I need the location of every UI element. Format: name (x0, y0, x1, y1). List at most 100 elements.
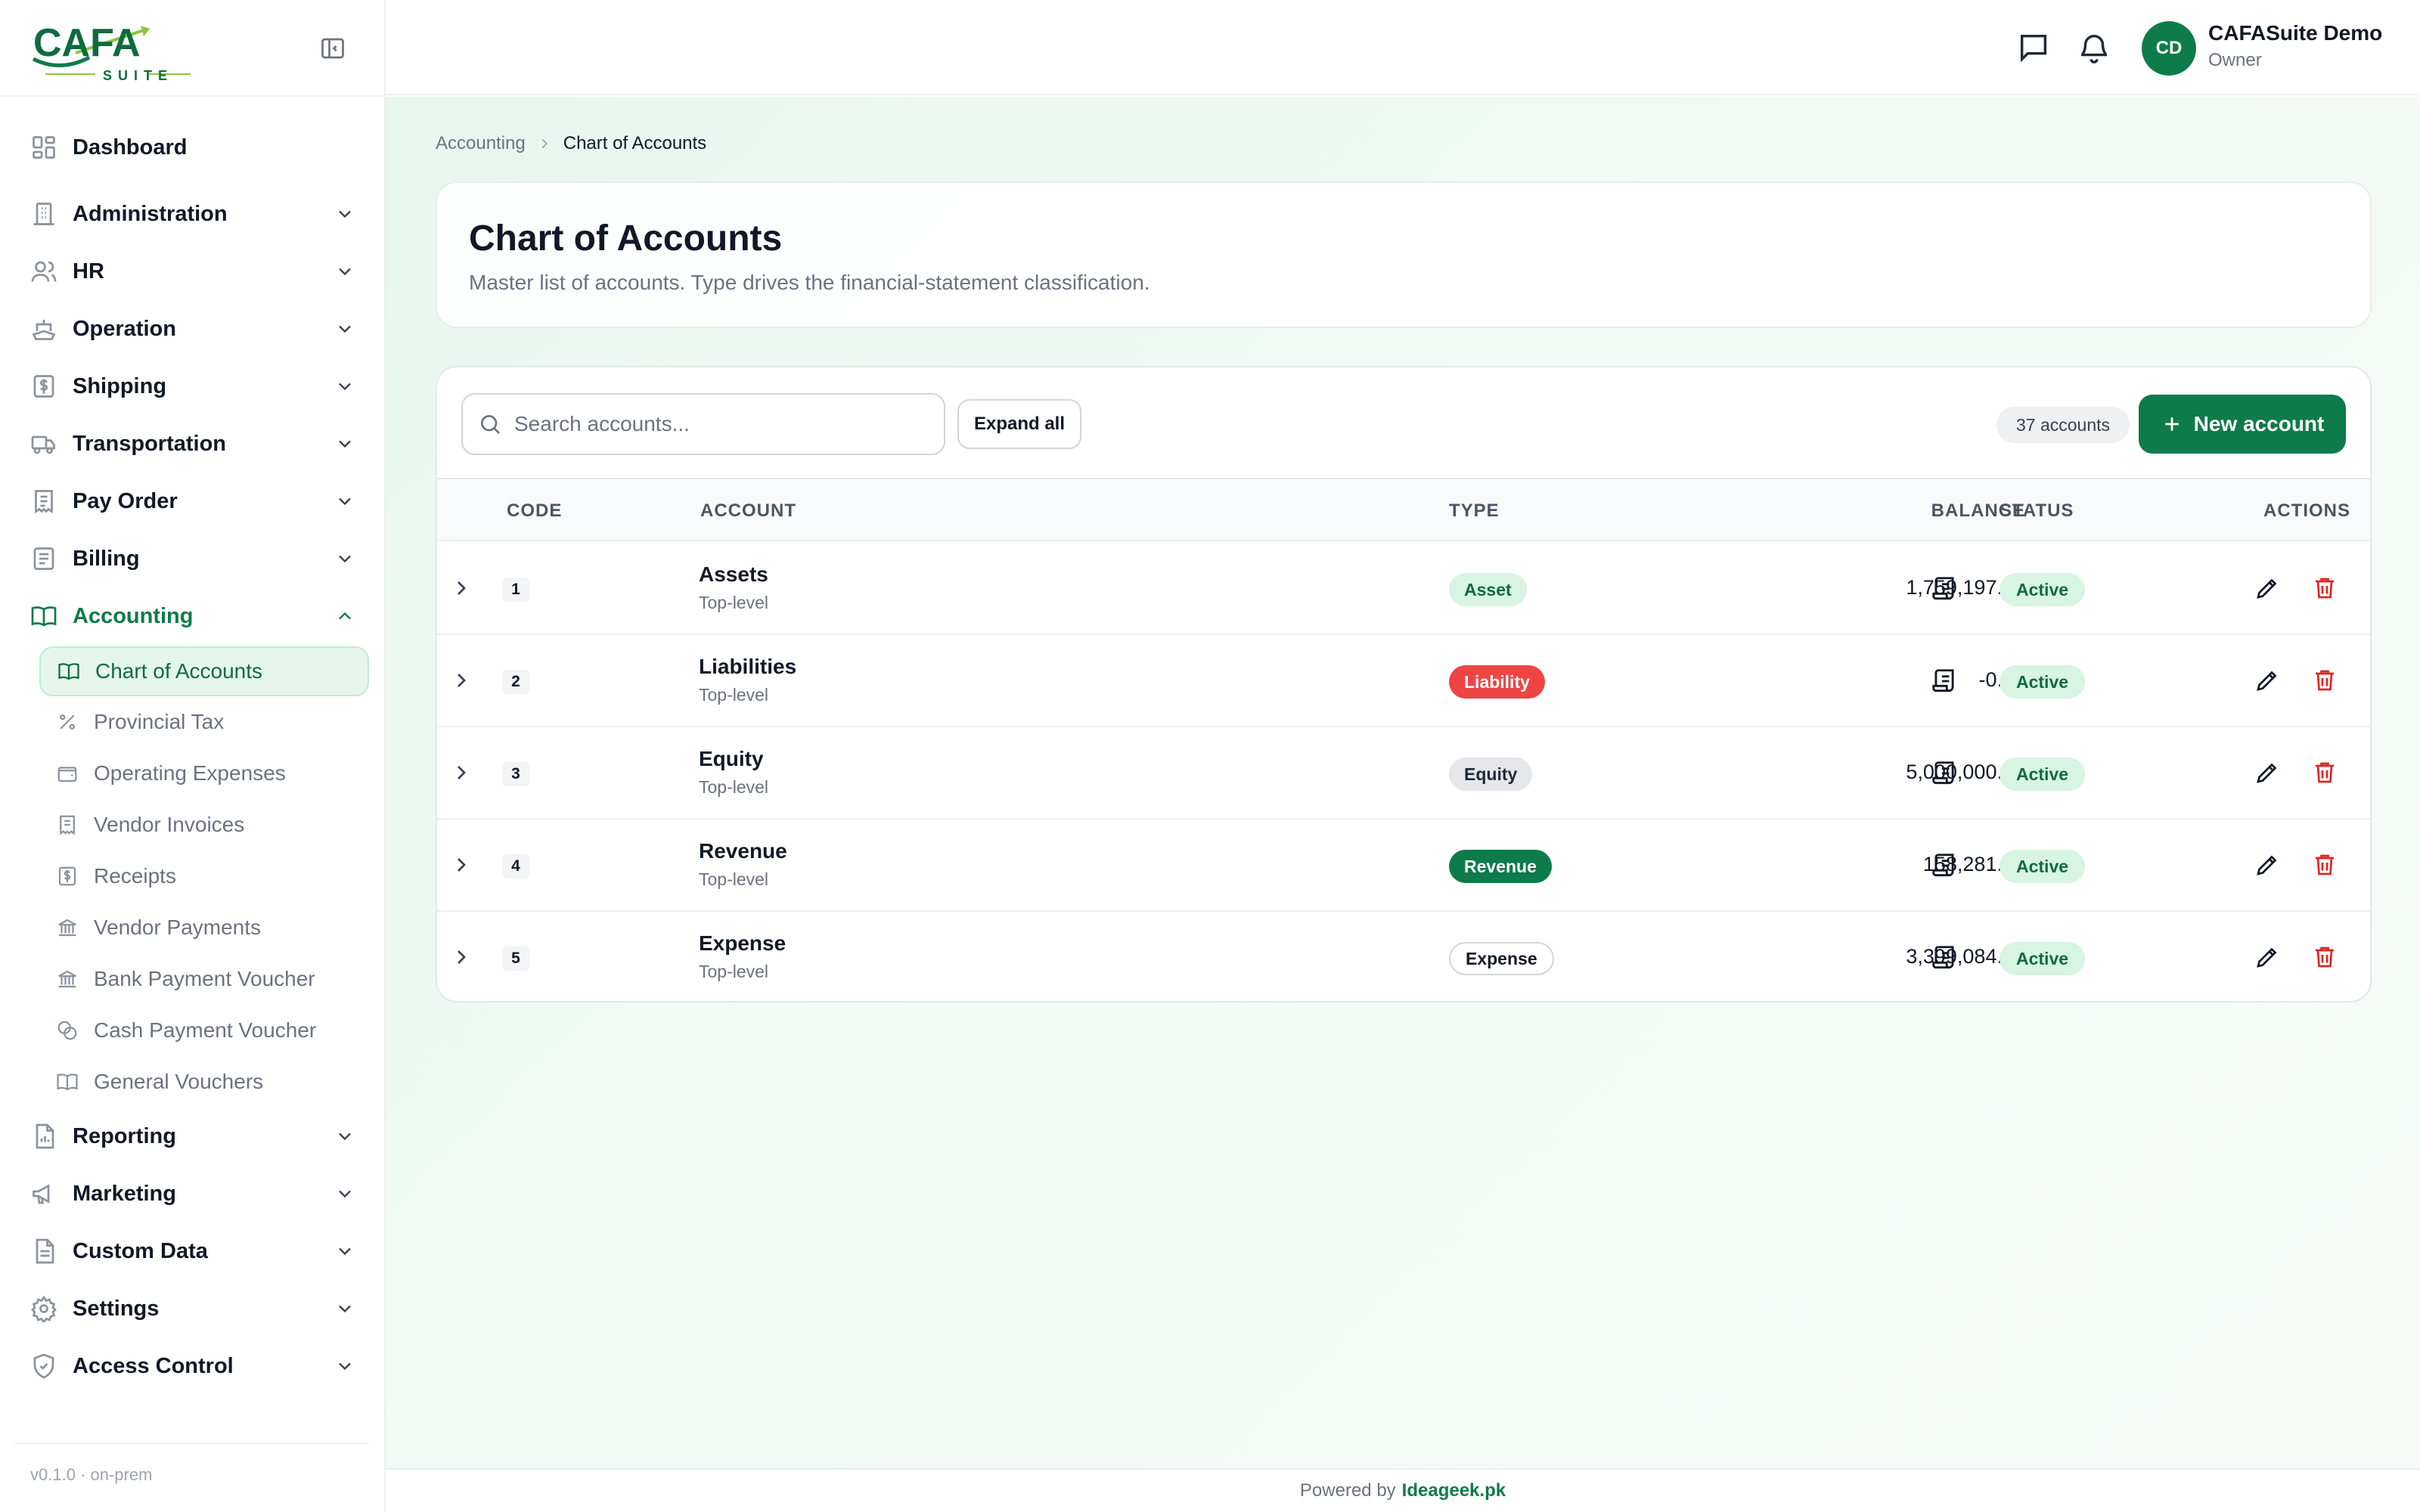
sidebar-item-custom-data[interactable]: Custom Data (30, 1230, 355, 1272)
sidebar-subitem-chart-of-accounts[interactable]: Chart of Accounts (39, 646, 369, 696)
sidebar-subitem-receipts[interactable]: Receipts (39, 851, 369, 901)
account-level: Top-level (699, 869, 769, 889)
sidebar-item-operation[interactable]: Operation (30, 308, 355, 350)
sidebar-item-shipping[interactable]: Shipping (30, 365, 355, 407)
edit-pencil-icon[interactable] (2254, 851, 2281, 878)
page-subtitle: Master list of accounts. Type drives the… (469, 271, 1150, 294)
edit-pencil-icon[interactable] (2254, 759, 2281, 786)
table-row[interactable]: 4 Revenue Top-level Revenue 158,281.00 Active (437, 820, 2370, 912)
table-row[interactable]: 5 Expense Top-level Expense 3,399,084.00 Acti… (437, 912, 2370, 1001)
sidebar-item-billing[interactable]: Billing (30, 538, 355, 580)
ledger-icon[interactable] (1930, 667, 1959, 696)
cafa-suite-logo[interactable]: CAFA SUITE (30, 15, 204, 83)
search-input[interactable] (514, 412, 938, 436)
header-type: TYPE (1449, 500, 1500, 521)
truck-icon (30, 430, 57, 457)
header-balance: BALANCE (1931, 500, 2025, 521)
table-row[interactable]: 1 Assets Top-level Asset 1,759,197.00 Active (437, 543, 2370, 635)
receipt-icon (30, 488, 57, 515)
chevron-right-icon[interactable] (449, 761, 473, 785)
sidebar-item-marketing[interactable]: Marketing (30, 1173, 355, 1215)
sidebar-item-label: Accounting (73, 603, 194, 628)
percent-icon (56, 711, 79, 733)
sidebar-item-label: Access Control (73, 1353, 234, 1378)
sidebar-item-label: Custom Data (73, 1238, 208, 1263)
subitem-label: Vendor Payments (94, 916, 262, 939)
sidebar-subitem-operating-expenses[interactable]: Operating Expenses (39, 748, 369, 798)
ledger-icon[interactable] (1930, 575, 1959, 603)
sidebar-item-hr[interactable]: HR (30, 250, 355, 293)
svg-text:CAFA: CAFA (33, 21, 141, 65)
breadcrumb-current: Chart of Accounts (563, 133, 707, 153)
chevron-right-icon[interactable] (449, 576, 473, 600)
billing-icon (30, 545, 57, 572)
type-badge: Equity (1449, 758, 1533, 791)
sidebar-subitem-cash-payment-voucher[interactable]: Cash Payment Voucher (39, 1005, 369, 1055)
account-name: Revenue (699, 839, 787, 863)
delete-trash-icon[interactable] (2311, 667, 2338, 694)
delete-trash-icon[interactable] (2311, 943, 2338, 971)
sidebar-item-pay-order[interactable]: Pay Order (30, 480, 355, 522)
page-title: Chart of Accounts (469, 218, 783, 259)
sidebar-item-reporting[interactable]: Reporting (30, 1115, 355, 1157)
users-icon (30, 258, 57, 285)
chevron-right-icon[interactable] (449, 668, 473, 692)
chevron-right-icon[interactable] (449, 853, 473, 877)
bank-icon (56, 968, 79, 990)
sidebar-subitem-general-vouchers[interactable]: General Vouchers (39, 1057, 369, 1107)
new-account-button[interactable]: New account (2139, 395, 2346, 454)
sidebar-subitem-vendor-invoices[interactable]: Vendor Invoices (39, 800, 369, 850)
sidebar-item-administration[interactable]: Administration (30, 193, 355, 235)
chevron-right-icon[interactable] (449, 945, 473, 969)
subitem-label: Cash Payment Voucher (94, 1018, 317, 1042)
chevron-down-icon (334, 1183, 355, 1204)
sidebar-item-label: Billing (73, 546, 140, 571)
accounts-count-badge: 37 accounts (1996, 407, 2130, 443)
search-icon (478, 412, 502, 436)
sidebar-subitem-bank-payment-voucher[interactable]: Bank Payment Voucher (39, 954, 369, 1004)
edit-pencil-icon[interactable] (2254, 943, 2281, 971)
messages-icon[interactable] (2016, 30, 2051, 65)
accounts-table-card: Expand all 37 accounts New account CODE … (436, 366, 2372, 1002)
sidebar-item-access-control[interactable]: Access Control (30, 1345, 355, 1387)
ledger-icon[interactable] (1930, 759, 1959, 788)
status-badge: Active (2000, 758, 2086, 791)
edit-pencil-icon[interactable] (2254, 575, 2281, 602)
page-header-card: Chart of Accounts Master list of account… (436, 181, 2372, 328)
edit-pencil-icon[interactable] (2254, 667, 2281, 694)
sidebar-item-transportation[interactable]: Transportation (30, 423, 355, 465)
search-box[interactable] (461, 393, 945, 455)
receipt-icon (56, 813, 79, 836)
sidebar-subitem-provincial-tax[interactable]: Provincial Tax (39, 697, 369, 747)
ledger-icon[interactable] (1930, 851, 1959, 880)
ledger-icon[interactable] (1930, 943, 1959, 972)
account-code: 2 (502, 670, 529, 694)
footer-link[interactable]: Ideageek.pk (1402, 1480, 1506, 1501)
delete-trash-icon[interactable] (2311, 759, 2338, 786)
sidebar-item-label: Dashboard (73, 135, 188, 160)
notification-bell-icon[interactable] (2077, 30, 2111, 65)
breadcrumb-parent[interactable]: Accounting (436, 133, 526, 154)
sidebar-bottom-divider (15, 1442, 369, 1444)
sidebar-item-dashboard[interactable]: Dashboard (30, 126, 355, 169)
user-name[interactable]: CAFASuite Demo (2208, 21, 2382, 45)
user-avatar[interactable]: CD (2142, 21, 2196, 76)
sidebar-collapse-icon[interactable] (319, 35, 346, 62)
sidebar-item-settings[interactable]: Settings (30, 1287, 355, 1330)
expand-all-button[interactable]: Expand all (957, 399, 1081, 449)
app-version: v0.1.0 · on-prem (30, 1465, 153, 1484)
table-row[interactable]: 3 Equity Top-level Equity 5,000,000.00 Active (437, 727, 2370, 820)
book-icon (57, 660, 80, 683)
account-name: Liabilities (699, 655, 797, 678)
subitem-label: Bank Payment Voucher (94, 967, 315, 990)
chevron-up-icon (334, 606, 355, 627)
account-level: Top-level (699, 593, 769, 612)
delete-trash-icon[interactable] (2311, 575, 2338, 602)
sidebar: CAFA SUITE Dashboard Administration HR O… (0, 0, 386, 1512)
sidebar-item-label: Reporting (73, 1123, 176, 1148)
sidebar-item-accounting[interactable]: Accounting (30, 595, 355, 637)
table-row[interactable]: 2 Liabilities Top-level Liability -0.00Activ… (437, 635, 2370, 727)
sidebar-subitem-vendor-payments[interactable]: Vendor Payments (39, 903, 369, 953)
subitem-label: Operating Expenses (94, 761, 286, 785)
delete-trash-icon[interactable] (2311, 851, 2338, 878)
